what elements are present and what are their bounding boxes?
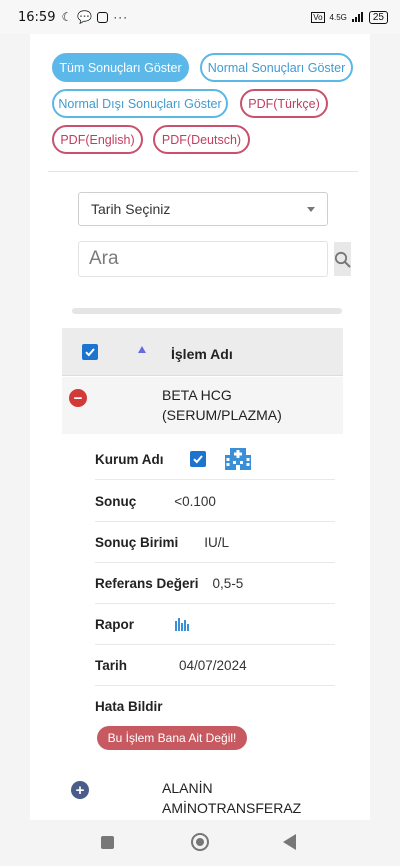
- detail-label: Kurum Adı: [95, 451, 164, 467]
- status-time: 16:59: [18, 9, 56, 25]
- detail-error-report: Hata Bildir: [95, 686, 335, 727]
- divider: [48, 171, 358, 172]
- detail-result: Sonuç <0.100: [95, 481, 335, 522]
- check-icon: [85, 348, 95, 357]
- check-icon: [192, 455, 203, 464]
- normal-results-button[interactable]: Normal Sonuçları Göster: [200, 53, 353, 82]
- pdf-english-button[interactable]: PDF(English): [52, 125, 143, 154]
- institution-checkbox[interactable]: [189, 451, 206, 467]
- instagram-icon: [97, 11, 109, 23]
- column-header-process-name[interactable]: İşlem Adı: [171, 346, 233, 362]
- expand-icon[interactable]: +: [71, 781, 89, 799]
- select-all-checkbox[interactable]: [82, 344, 98, 360]
- detail-reference: Referans Değeri 0,5-5: [95, 563, 335, 604]
- android-nav-bar: [0, 820, 400, 866]
- search-button[interactable]: [334, 242, 351, 276]
- detail-institution: Kurum Adı: [95, 439, 335, 480]
- table-row[interactable]: + ALANİN AMİNOTRANSFERAZ: [62, 774, 343, 820]
- not-mine-button[interactable]: Bu İşlem Bana Ait Değil!: [97, 726, 247, 750]
- row-process-name: BETA HCG (SERUM/PLAZMA): [162, 385, 282, 425]
- battery-icon: 25: [368, 10, 388, 24]
- chevron-down-icon: [307, 207, 315, 212]
- status-notification-icons: ☾ 💬 ···: [61, 10, 128, 24]
- detail-unit: Sonuç Birimi IU/L: [95, 522, 335, 563]
- table-header: İşlem Adı: [62, 328, 343, 376]
- abnormal-results-button[interactable]: Normal Dışı Sonuçları Göster: [52, 89, 228, 118]
- row-name-line: (SERUM/PLAZMA): [162, 407, 282, 423]
- signal-icon: [351, 12, 364, 22]
- status-bar: 16:59 ☾ 💬 ··· Vo 4.5G 25: [0, 0, 400, 34]
- collapse-icon[interactable]: −: [69, 389, 87, 407]
- volte-icon: Vo: [311, 11, 325, 23]
- row-name-line: AMİNOTRANSFERAZ: [162, 800, 302, 816]
- detail-label: Sonuç: [95, 493, 137, 509]
- table-row[interactable]: − BETA HCG (SERUM/PLAZMA): [62, 377, 343, 434]
- recent-apps-icon[interactable]: [101, 836, 114, 849]
- detail-label: Hata Bildir: [95, 699, 163, 714]
- row-name-line: BETA HCG: [162, 387, 232, 403]
- more-icon: ···: [113, 10, 129, 24]
- detail-value: 04/07/2024: [179, 657, 247, 673]
- detail-label: Referans Değeri: [95, 575, 199, 591]
- moon-icon: ☾: [61, 10, 73, 24]
- detail-label: Rapor: [95, 616, 135, 632]
- home-icon[interactable]: [191, 833, 209, 851]
- sort-ascending-icon[interactable]: [138, 346, 146, 353]
- search-input[interactable]: [79, 242, 334, 276]
- detail-value: 0,5-5: [212, 575, 244, 591]
- bar-chart-icon[interactable]: [174, 617, 190, 631]
- detail-value: <0.100: [174, 493, 216, 509]
- back-icon[interactable]: [283, 834, 296, 850]
- hospital-icon[interactable]: [224, 446, 252, 472]
- detail-report: Rapor: [95, 604, 335, 645]
- detail-label: Tarih: [95, 657, 128, 673]
- all-results-button[interactable]: Tüm Sonuçları Göster: [52, 53, 189, 82]
- date-select-value: Tarih Seçiniz: [91, 201, 171, 217]
- results-card: Tüm Sonuçları Göster Normal Sonuçları Gö…: [30, 34, 370, 820]
- search-box: [78, 241, 351, 277]
- detail-date: Tarih 04/07/2024: [95, 645, 335, 686]
- network-label: 4.5G: [329, 12, 347, 22]
- row-name-line: ALANİN: [162, 780, 213, 796]
- row-process-name: ALANİN AMİNOTRANSFERAZ: [162, 778, 301, 818]
- horizontal-scrollbar[interactable]: [72, 308, 342, 314]
- pdf-german-button[interactable]: PDF(Deutsch): [153, 125, 250, 154]
- search-icon: [334, 251, 351, 267]
- detail-label: Sonuç Birimi: [95, 534, 179, 550]
- detail-value: IU/L: [204, 534, 230, 550]
- date-select[interactable]: Tarih Seçiniz: [78, 192, 328, 226]
- chat-icon: 💬: [77, 10, 93, 24]
- pdf-turkish-button[interactable]: PDF(Türkçe): [240, 89, 328, 118]
